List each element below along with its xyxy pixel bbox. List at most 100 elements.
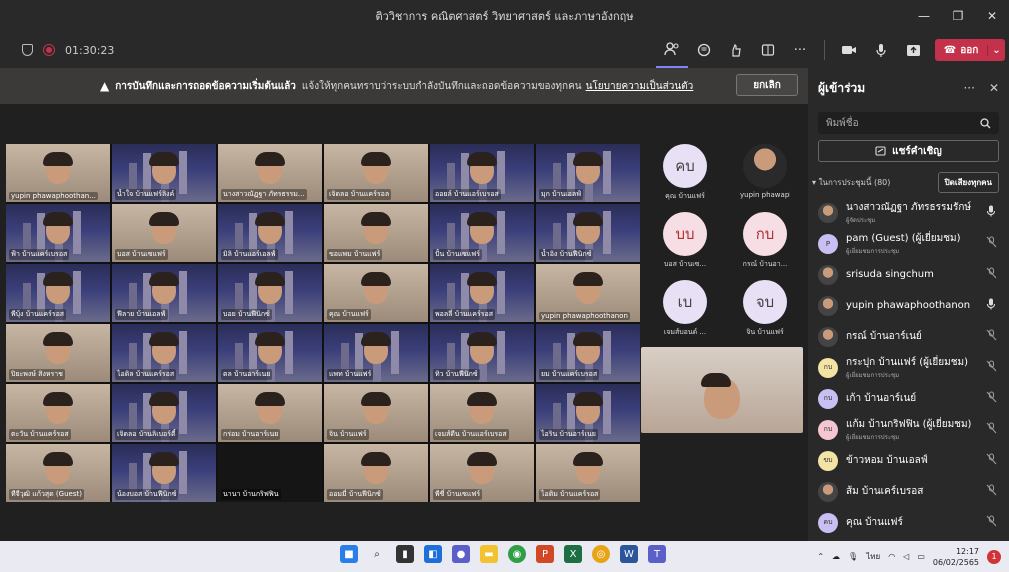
more-actions-button[interactable]: ··· — [784, 32, 816, 68]
video-tile[interactable]: ออยล์ บ้านแอร์เบรอส — [430, 144, 534, 202]
leave-label-wrap[interactable]: ☎ ออก — [935, 43, 987, 58]
word-icon[interactable]: W — [620, 545, 638, 563]
leave-button[interactable]: ☎ ออก ⌄ — [935, 39, 1005, 61]
start-icon[interactable]: ■ — [340, 545, 358, 563]
video-tile[interactable]: น้ำอิง บ้านฟีนิกซ์ — [536, 204, 640, 262]
video-tile[interactable]: ดล บ้านอาร์เนย — [218, 324, 322, 382]
participant-row[interactable]: ขบ ข้าวหอม บ้านเอลฟ์ — [818, 445, 999, 476]
participant-row[interactable]: yupin phawaphoothanon — [818, 290, 999, 321]
video-tile[interactable]: yupin phawaphoothan... — [6, 144, 110, 202]
mute-all-button[interactable]: ปิดเสียงทุกคน — [937, 172, 999, 193]
video-tile[interactable]: ฟ้า บ้านแคร์เบรอส — [6, 204, 110, 262]
participant-avatar-tile[interactable]: บบ บอส บ้านเซ... — [660, 212, 710, 270]
breakout-rooms-icon[interactable] — [752, 32, 784, 68]
mic-muted-icon[interactable] — [983, 267, 999, 282]
reactions-icon[interactable] — [720, 32, 752, 68]
browser-icon[interactable]: ◎ — [592, 545, 610, 563]
dismiss-banner-button[interactable]: ยกเลิก — [736, 74, 798, 96]
video-tile[interactable]: มิลิ บ้านแอร์เอลฟ์ — [218, 204, 322, 262]
video-tile[interactable]: ไอริน บ้านอาร์เนย — [536, 384, 640, 442]
participant-row[interactable]: ส้ม บ้านเคร์เบรอส — [818, 476, 999, 507]
excel-icon[interactable]: X — [564, 545, 582, 563]
chat-app-icon[interactable]: ● — [452, 545, 470, 563]
video-tile[interactable]: นางสาวณัฏฐา ภัทรธรรม... — [218, 144, 322, 202]
mic-muted-icon[interactable] — [983, 453, 999, 468]
video-tile[interactable]: พีชี่ บ้านเซแฟร์ — [430, 444, 534, 502]
video-tile[interactable]: เจิดลอ บ้านลิเบอร์ตี้ — [112, 384, 216, 442]
onedrive-icon[interactable]: ☁ — [832, 552, 840, 561]
video-tile[interactable]: น้องบอส บ้านฟีนิกซ์ — [112, 444, 216, 502]
participant-row[interactable]: กบ กระปุก บ้านแฟร์ (ผู้เยี่ยมชม) ผู้เยี่ยม… — [818, 352, 999, 383]
mic-muted-icon[interactable] — [983, 515, 999, 530]
share-invite-button[interactable]: แชร์คำเชิญ — [818, 140, 999, 162]
participant-avatar-tile[interactable]: คบ คุณ บ้านแฟร์ — [660, 144, 710, 202]
mic-muted-icon[interactable] — [983, 391, 999, 406]
participant-row[interactable]: กรณ์ บ้านอาร์เนย์ — [818, 321, 999, 352]
participant-row[interactable]: นางสาวณัฏฐา ภัทรธรรมรักษ์ ผู้จัดประชุม — [818, 197, 999, 228]
volume-icon[interactable]: ◁ — [903, 552, 909, 561]
video-tile[interactable]: พีบุ้ง บ้านแคร์รอส — [6, 264, 110, 322]
mic-muted-icon[interactable] — [983, 484, 999, 499]
panel-more-button[interactable]: ··· — [963, 81, 974, 95]
participant-row[interactable]: คบ คุณ บ้านแฟร์ — [818, 507, 999, 538]
share-screen-icon[interactable] — [897, 32, 929, 68]
wifi-icon[interactable]: ◠ — [888, 552, 895, 561]
video-tile[interactable]: ปิยะพงษ์ สิงหราช — [6, 324, 110, 382]
video-tile[interactable]: ไอดิล บ้านแคร์รอส — [112, 324, 216, 382]
video-tile[interactable]: กร่อม บ้านอาร์เนย — [218, 384, 322, 442]
microphone-icon[interactable] — [983, 298, 999, 313]
video-tile[interactable]: ทีจีวุฒิ แก้วสุด (Guest) — [6, 444, 110, 502]
video-tile[interactable]: แพท บ้านแฟร์ — [324, 324, 428, 382]
participant-avatar-tile[interactable]: จบ จิน บ้านแฟร์ — [740, 280, 790, 338]
privacy-policy-link[interactable]: นโยบายความเป็นส่วนตัว — [586, 79, 694, 94]
mic-muted-icon[interactable] — [983, 422, 999, 437]
chevron-up-icon[interactable]: ⌃ — [817, 552, 824, 561]
participant-avatar-tile[interactable]: เบ เจมส์บอนด์ ... — [660, 280, 710, 338]
mic-tray-icon[interactable]: 🎙 — [848, 552, 858, 561]
battery-icon[interactable]: ▭ — [917, 552, 925, 561]
notification-badge[interactable]: 1 — [987, 549, 1001, 564]
camera-icon[interactable] — [833, 32, 865, 68]
search-icon[interactable]: ⌕ — [368, 545, 386, 563]
participants-icon[interactable] — [656, 32, 688, 68]
video-tile[interactable]: ขอแพม บ้านแฟร์ — [324, 204, 428, 262]
panel-close-button[interactable]: ✕ — [989, 81, 999, 95]
section-label[interactable]: ▾ ในการประชุมนี้ (80) — [812, 176, 890, 189]
participant-row[interactable]: Ppam (Guest) (ผู้เยี่ยมชม) ผู้เยี่ยมชมการ… — [818, 228, 999, 259]
chat-icon[interactable] — [688, 32, 720, 68]
teams-icon[interactable]: T — [648, 545, 666, 563]
mic-muted-icon[interactable] — [983, 360, 999, 375]
video-tile[interactable]: ออมมี่ บ้านฟีนิกซ์ — [324, 444, 428, 502]
participant-avatar-tile[interactable]: yupin phawaph... — [740, 144, 790, 199]
participant-avatar-tile[interactable]: กบ กรณ์ บ้านอา... — [740, 212, 790, 270]
video-tile[interactable]: ยม บ้านแคร์เบรอส — [536, 324, 640, 382]
participant-row[interactable]: กบ เก้า บ้านอาร์เนย์ — [818, 383, 999, 414]
participant-row[interactable]: srisuda singchum — [818, 259, 999, 290]
powerpoint-icon[interactable]: P — [536, 545, 554, 563]
video-tile[interactable]: ไอติม บ้านแคร์รอส — [536, 444, 640, 502]
video-tile[interactable]: คุณ บ้านแฟร์ — [324, 264, 428, 322]
video-tile[interactable]: น้ำใจ บ้านแฟร์ลิงค์ — [112, 144, 216, 202]
video-tile[interactable]: บอย บ้านฟีนิกซ์ — [218, 264, 322, 322]
mic-muted-icon[interactable] — [983, 236, 999, 251]
maximize-button[interactable]: ❐ — [941, 0, 975, 32]
task-view-icon[interactable]: ▮ — [396, 545, 414, 563]
self-view-video[interactable] — [641, 347, 803, 433]
video-tile[interactable]: จิน บ้านแฟร์ — [324, 384, 428, 442]
file-explorer-icon[interactable]: ▬ — [480, 545, 498, 563]
participant-row[interactable]: กบ แก้ม บ้านกริฟฟิน (ผู้เยี่ยมชม) ผู้เยี่ย… — [818, 414, 999, 445]
video-tile[interactable]: เจมส์ดีน บ้านแอร์เบรอส — [430, 384, 534, 442]
chevron-down-icon[interactable]: ⌄ — [987, 44, 1005, 56]
microphone-icon[interactable] — [865, 32, 897, 68]
minimize-button[interactable]: — — [907, 0, 941, 32]
video-tile[interactable]: yupin phawaphoothanon — [536, 264, 640, 322]
microphone-icon[interactable] — [983, 205, 999, 220]
video-tile[interactable]: เจิดลอ บ้านแคร์รอล — [324, 144, 428, 202]
widgets-icon[interactable]: ◧ — [424, 545, 442, 563]
mic-muted-icon[interactable] — [983, 329, 999, 344]
video-tile[interactable]: ปั้น บ้านเซแฟร์ — [430, 204, 534, 262]
clock[interactable]: 12:17 06/02/2565 — [933, 546, 979, 568]
video-tile[interactable]: ฟีลาย บ้านเอลฟ์ — [112, 264, 216, 322]
video-tile[interactable]: ตะวัน บ้านแคร์รอส — [6, 384, 110, 442]
video-tile[interactable]: พอลลี่ บ้านแคร์รอส — [430, 264, 534, 322]
